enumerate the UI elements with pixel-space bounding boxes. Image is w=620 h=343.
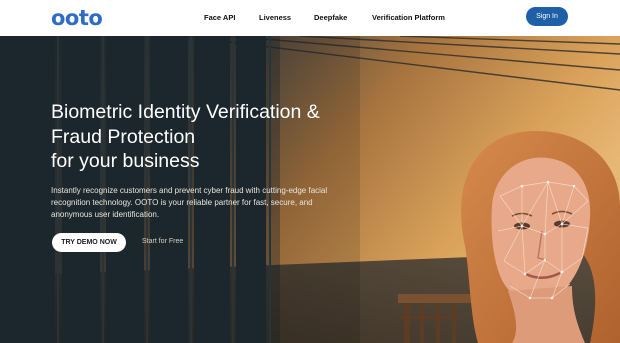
hero-headline: Biometric Identity Verification & Fraud …: [51, 100, 351, 174]
ooto-logo[interactable]: ooto: [51, 6, 103, 30]
nav-face-api[interactable]: Face API: [204, 13, 235, 22]
start-for-free-link[interactable]: Start for Free: [142, 238, 183, 245]
site-header: ooto Face API Liveness Deepfake Verifica…: [0, 0, 620, 36]
hero-subtext: Instantly recognize customers and preven…: [51, 186, 328, 219]
nav-liveness[interactable]: Liveness: [259, 13, 291, 22]
headline-line-2: Fraud Protection: [51, 125, 196, 148]
try-demo-button[interactable]: TRY DEMO NOW: [52, 233, 126, 252]
headline-line-1: Biometric Identity Verification &: [51, 101, 320, 123]
nav-deepfake[interactable]: Deepfake: [314, 13, 347, 22]
hero-section: Biometric Identity Verification & Fraud …: [0, 36, 620, 343]
headline-line-3: for your business: [51, 150, 200, 172]
nav-verification-platform[interactable]: Verification Platform: [372, 13, 445, 22]
sign-in-button[interactable]: Sign In: [526, 7, 568, 26]
